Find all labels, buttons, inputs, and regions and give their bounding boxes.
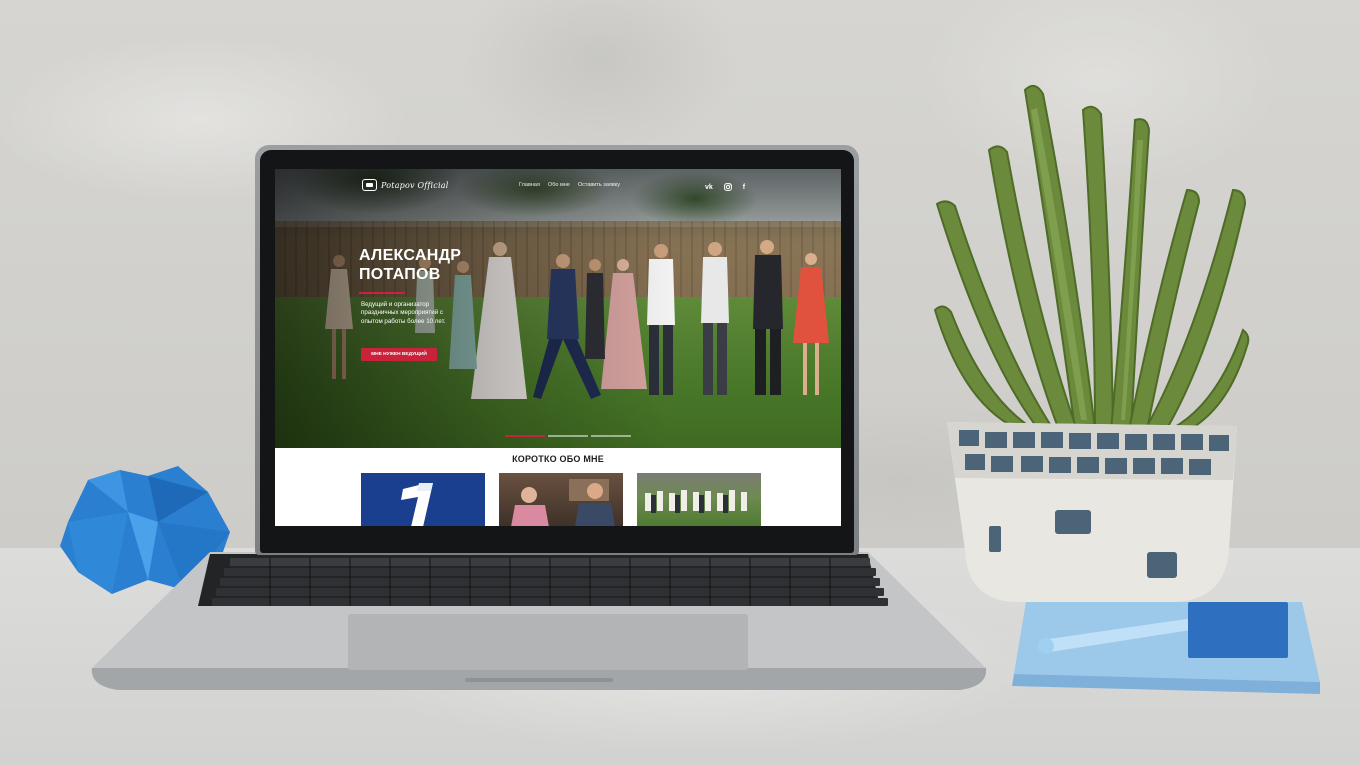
- menu-item-request[interactable]: Оставить заявку: [578, 182, 620, 188]
- slider-dot-3[interactable]: [591, 435, 631, 437]
- menu-item-about[interactable]: Обо мне: [548, 182, 570, 188]
- website-screen: Potapov Official Главная Обо мне Оставит…: [275, 169, 841, 526]
- social-links: vk f: [705, 183, 745, 191]
- about-card-tv-channel[interactable]: [361, 473, 485, 526]
- about-section-title: КОРОТКО ОБО МНЕ: [512, 454, 604, 464]
- facebook-icon[interactable]: f: [743, 184, 745, 191]
- slider-dots: [505, 435, 631, 437]
- need-host-button[interactable]: МНЕ НУЖЕН ВЕДУЩИЙ: [361, 348, 437, 361]
- about-card-studio-photo[interactable]: [499, 473, 623, 526]
- slider-dot-2[interactable]: [548, 435, 588, 437]
- instagram-icon[interactable]: [723, 183, 732, 191]
- hero-title-underline: [359, 292, 405, 294]
- logo-text: Potapov Official: [381, 180, 449, 190]
- logo-icon: [362, 179, 377, 191]
- hero-description: Ведущий и организатор праздничных меропр…: [361, 301, 446, 325]
- slider-dot-1[interactable]: [505, 435, 545, 437]
- about-cards: [361, 473, 761, 526]
- keyboard: [212, 558, 888, 606]
- cactus-plant: [933, 84, 1250, 602]
- site-header: Potapov Official Главная Обо мне Оставит…: [275, 169, 841, 205]
- hero-title-line2: ПОТАПОВ: [359, 266, 441, 283]
- site-logo[interactable]: Potapov Official: [362, 179, 448, 191]
- menu-item-home[interactable]: Главная: [519, 182, 540, 188]
- hero-section: Potapov Official Главная Обо мне Оставит…: [275, 169, 841, 448]
- about-card-group-photo[interactable]: [637, 473, 761, 526]
- hero-title-line1: АЛЕКСАНДР: [359, 247, 462, 264]
- vk-icon[interactable]: vk: [705, 184, 713, 191]
- sticky-notepad: [1012, 602, 1320, 694]
- channel-one-logo: [401, 483, 433, 526]
- main-menu: Главная Обо мне Оставить заявку: [519, 182, 620, 188]
- hero-title: АЛЕКСАНДР ПОТАПОВ: [359, 246, 461, 284]
